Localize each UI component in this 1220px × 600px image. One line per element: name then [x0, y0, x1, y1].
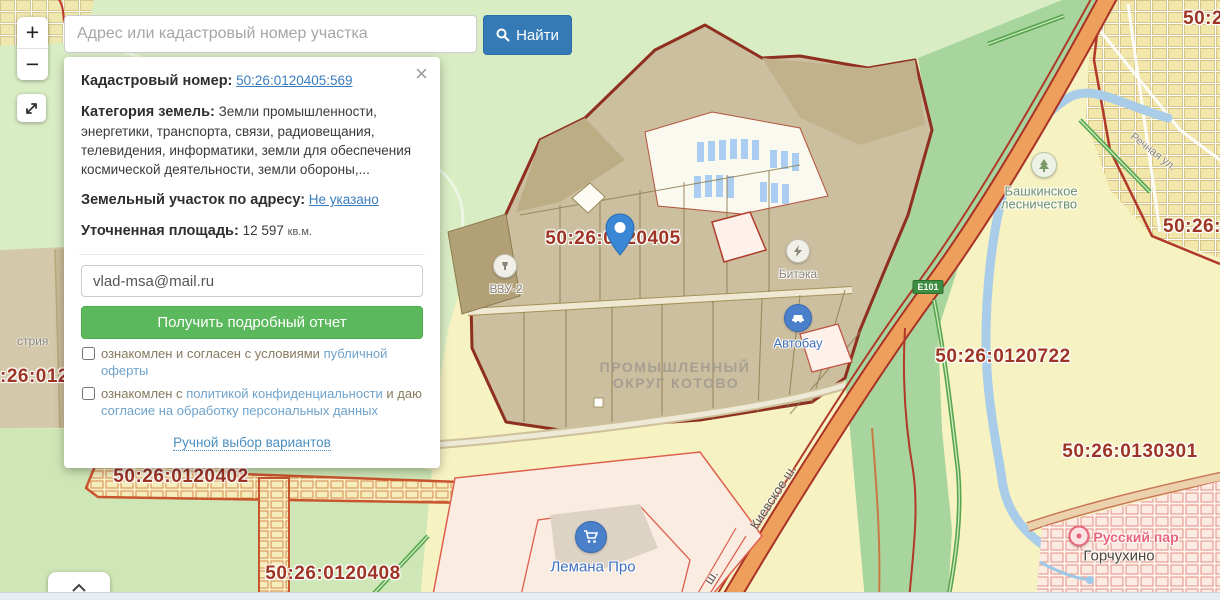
cadastral-label-left-partial[interactable]: :26:012: [0, 366, 69, 388]
expand-arrows-icon: [24, 101, 39, 116]
area-units: кв.м.: [288, 226, 312, 238]
striya-partial-label: стрия: [17, 334, 48, 348]
area-value: 12 597: [243, 223, 284, 238]
land-category-label: Категория земель:: [81, 104, 215, 120]
address-link[interactable]: Не указано: [309, 192, 379, 207]
privacy-policy-link[interactable]: политикой конфиденциальности: [186, 386, 383, 401]
map-pin[interactable]: [602, 211, 638, 257]
address-label: Земельный участок по адресу:: [81, 192, 305, 208]
cadastral-number-row: Кадастровый номер: 50:26:0120405:569: [81, 71, 423, 91]
consent-privacy-text-part2: и даю: [386, 386, 421, 401]
consent-offer-row: ознакомлен и согласен с условиями публич…: [81, 345, 423, 379]
search-input[interactable]: [64, 15, 477, 53]
manual-select-row: Ручной выбор вариантов: [81, 435, 423, 450]
autobau-poi-label: Автобау: [773, 336, 822, 351]
cadastral-number-link[interactable]: 50:26:0120405:569: [236, 73, 352, 88]
gorchukhino-label: Горчухино: [1083, 548, 1154, 565]
cadastral-label-right-partial[interactable]: 50:26:01: [1163, 216, 1220, 238]
close-icon[interactable]: ×: [415, 63, 428, 85]
consent-privacy-text: ознакомлен с политикой конфиденциальност…: [101, 385, 423, 419]
parcel-info-panel: × Кадастровый номер: 50:26:0120405:569 К…: [64, 57, 440, 468]
lemana-poi-label: Лемана Про: [550, 559, 635, 576]
forestry-poi-label-line2: лесничество: [1001, 197, 1077, 212]
fullscreen-button[interactable]: [17, 94, 46, 122]
russky-park-poi-label: Русский пар: [1093, 529, 1178, 545]
address-row: Земельный участок по адресу: Не указано: [81, 190, 423, 210]
email-field[interactable]: [81, 265, 423, 297]
forestry-poi-icon[interactable]: [1031, 152, 1057, 178]
zoom-control: + −: [17, 17, 48, 80]
panel-divider: [79, 254, 425, 255]
cadastral-label-0120722[interactable]: 50:26:0120722: [935, 346, 1070, 368]
search-bar: Найти: [64, 15, 572, 55]
consent-privacy-checkbox[interactable]: [82, 387, 95, 400]
search-button-label: Найти: [516, 27, 559, 44]
industrial-district-label-line2: ОКРУГ КОТОВО: [613, 375, 739, 391]
consent-offer-text: ознакомлен и согласен с условиями публич…: [101, 345, 423, 379]
vzu-poi-label: ВЗУ-2: [489, 282, 522, 296]
zoom-out-button[interactable]: −: [17, 49, 48, 80]
shopping-cart-icon: [583, 530, 599, 544]
personal-data-link[interactable]: согласие на обработку персональных данны…: [101, 403, 378, 418]
lightning-icon: [793, 245, 803, 257]
highway-route-badge: E101: [912, 280, 943, 294]
biteka-poi-icon[interactable]: [786, 239, 810, 263]
russky-park-poi-icon[interactable]: [1069, 526, 1090, 547]
cadastral-label-0120402[interactable]: 50:26:0120402: [113, 466, 248, 488]
cadastral-label-topright-partial[interactable]: 50:26: [1183, 8, 1220, 30]
map-viewport[interactable]: 50:26:0120405 50:26:0120722 50:26:013030…: [0, 0, 1220, 600]
manual-select-link[interactable]: Ручной выбор вариантов: [173, 435, 331, 451]
industrial-district-label-line1: ПРОМЫШЛЕННЫЙ: [600, 359, 751, 375]
cadastral-label-0130301[interactable]: 50:26:0130301: [1062, 441, 1197, 463]
vzu-poi-icon[interactable]: [493, 254, 517, 278]
park-dot-icon: [1077, 534, 1082, 539]
zoom-in-button[interactable]: +: [17, 17, 48, 48]
cadastral-number-label: Кадастровый номер:: [81, 73, 232, 89]
consent-offer-text-part: ознакомлен и согласен с условиями: [101, 346, 320, 361]
biteka-poi-label: Битэка: [779, 267, 817, 281]
water-tower-icon: [499, 260, 511, 272]
tree-icon: [1038, 159, 1050, 172]
area-row: Уточненная площадь: 12 597 кв.м.: [81, 221, 423, 242]
consent-privacy-text-part1: ознакомлен с: [101, 386, 183, 401]
attribution-bar: [0, 592, 1220, 600]
search-icon: [496, 28, 510, 42]
land-category-row: Категория земель: Земли промышленности, …: [81, 102, 423, 179]
search-button[interactable]: Найти: [483, 15, 572, 55]
lemana-poi-icon[interactable]: [575, 521, 607, 553]
get-report-button[interactable]: Получить подробный отчет: [81, 306, 423, 339]
car-icon: [791, 313, 805, 323]
area-label: Уточненная площадь:: [81, 223, 239, 239]
cadastral-label-0120408[interactable]: 50:26:0120408: [265, 563, 400, 585]
chevron-up-icon: [72, 583, 86, 592]
autobau-poi-icon[interactable]: [784, 304, 812, 332]
consent-offer-checkbox[interactable]: [82, 347, 95, 360]
consent-privacy-row: ознакомлен с политикой конфиденциальност…: [81, 385, 423, 419]
